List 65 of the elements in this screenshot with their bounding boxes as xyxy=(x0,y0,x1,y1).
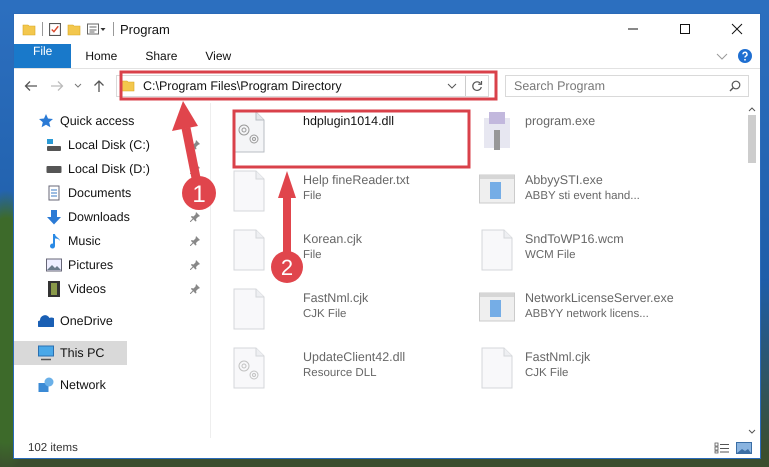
file-icon xyxy=(479,347,515,389)
nav-item[interactable]: Music xyxy=(40,229,107,253)
folder-icon xyxy=(121,80,135,92)
file-name[interactable]: UpdateClient42.dll xyxy=(303,350,406,364)
file-icon xyxy=(231,288,267,330)
file-type: CJK File xyxy=(303,308,348,320)
nav-item[interactable]: OneDrive xyxy=(32,309,119,333)
file-name[interactable]: NetworkLicenseServer.exe xyxy=(525,291,674,305)
picture-icon xyxy=(46,257,62,273)
nav-item[interactable]: Pictures xyxy=(40,253,120,277)
nav-item[interactable]: This PC xyxy=(14,341,127,365)
drive-icon xyxy=(46,137,62,153)
computer-icon xyxy=(38,345,54,361)
search-icon xyxy=(729,80,741,92)
ribbon-tab[interactable]: File xyxy=(14,44,72,68)
item-count: 102 items xyxy=(28,442,78,454)
scroll-down-icon[interactable] xyxy=(748,429,756,434)
nav-item[interactable]: Local Disk (C:) xyxy=(40,133,156,157)
scroll-thumb[interactable] xyxy=(748,115,756,163)
ribbon-tab[interactable]: View xyxy=(191,44,246,68)
file-icon xyxy=(479,229,515,271)
file-name[interactable]: FastNml.cjk xyxy=(525,350,590,364)
search-field[interactable]: Search Program xyxy=(505,75,749,97)
ribbon-tab[interactable]: Home xyxy=(71,44,132,68)
file-name[interactable]: AbbyySTI.exe xyxy=(525,173,640,187)
dropdown-icon[interactable] xyxy=(447,83,457,89)
callout-badge: 1 xyxy=(182,176,216,210)
customize-toolbar-icon[interactable] xyxy=(87,23,107,35)
nav-item[interactable]: Quick access xyxy=(32,109,140,133)
file-name[interactable]: hdplugin1014.dll xyxy=(303,114,394,128)
file-name[interactable]: Korean.cjk xyxy=(303,232,362,246)
file-name[interactable]: SndToWP16.wcm xyxy=(525,232,624,246)
nav-item[interactable]: Downloads xyxy=(40,205,136,229)
properties-icon[interactable] xyxy=(49,22,61,36)
nav-item[interactable]: Documents xyxy=(40,181,138,205)
cloud-icon xyxy=(38,313,54,329)
address-path: C:\Program Files\Program Directory xyxy=(143,79,342,93)
window-title: Program xyxy=(120,22,170,36)
file-type: CJK File xyxy=(525,367,570,379)
file-icon xyxy=(231,170,267,212)
nav-item[interactable]: Network xyxy=(32,373,112,397)
film-icon xyxy=(46,281,62,297)
details-view-icon[interactable] xyxy=(714,442,730,454)
file-type: File xyxy=(303,249,323,261)
scroll-up-icon[interactable] xyxy=(748,107,756,112)
ribbon-tab[interactable]: Share xyxy=(131,44,192,68)
recent-dropdown-icon[interactable] xyxy=(72,83,84,89)
network-icon xyxy=(38,377,54,393)
nav-item[interactable]: Videos xyxy=(40,277,112,301)
gears-file-icon xyxy=(231,347,267,389)
address-bar[interactable]: C:\Program Files\Program Directory xyxy=(116,75,489,97)
file-type: ABBY sti event hand... xyxy=(525,190,640,202)
file-type: Resource DLL xyxy=(303,367,378,379)
nav-item[interactable]: Local Disk (D:) xyxy=(40,157,156,181)
file-type: ABBYY network licens... xyxy=(525,308,650,320)
star-icon xyxy=(38,113,54,129)
file-type: WCM File xyxy=(525,249,576,261)
download-icon xyxy=(46,209,62,225)
file-icon xyxy=(231,229,267,271)
file-type: File xyxy=(303,190,323,202)
document-icon xyxy=(46,185,62,201)
file-name[interactable]: Help fineReader.txt xyxy=(303,173,410,187)
file-name[interactable]: program.exe xyxy=(525,114,596,128)
file-name[interactable]: FastNml.cjk xyxy=(303,291,368,305)
callout-badge: 2 xyxy=(271,251,303,283)
